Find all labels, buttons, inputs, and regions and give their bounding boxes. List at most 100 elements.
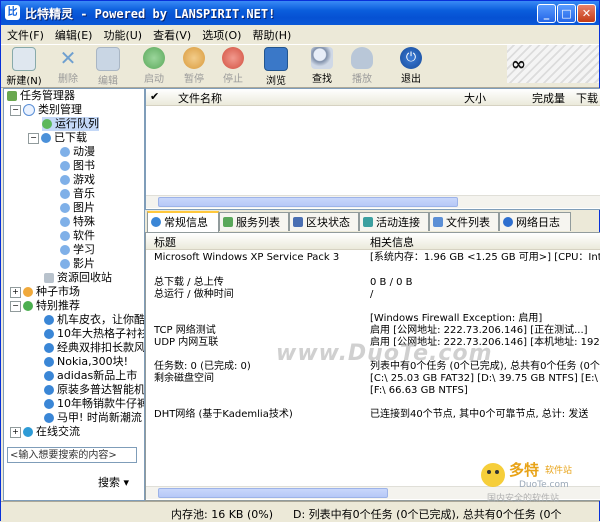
recycle-bin-icon — [44, 273, 54, 283]
tree-category[interactable]: 软件 — [60, 229, 95, 243]
find-button[interactable]: 查找 — [303, 47, 341, 85]
close-button[interactable]: ✕ — [577, 4, 596, 23]
menu-options[interactable]: 选项(O) — [196, 25, 246, 43]
tree-category[interactable]: 学习 — [60, 243, 95, 257]
tree-category[interactable]: 影片 — [60, 257, 95, 271]
tab-services[interactable]: 服务列表 — [219, 212, 289, 231]
tree-seed-market[interactable]: + 种子市场 — [10, 285, 80, 299]
edit-icon — [96, 47, 120, 71]
info-value: 启用 [公网地址: 222.73.206.146] [正在测试...] — [370, 325, 588, 336]
expand-icon[interactable]: + — [10, 426, 21, 438]
collapse-icon[interactable]: − — [28, 132, 39, 144]
tree-recommend-item[interactable]: 机车皮衣，让你酷 — [44, 313, 144, 327]
tree-category[interactable]: 图书 — [60, 159, 95, 173]
exit-button[interactable]: ⏻ 退出 — [392, 47, 430, 85]
collapse-icon[interactable]: − — [10, 104, 21, 116]
start-button[interactable]: 启动 — [135, 47, 173, 85]
maximize-button[interactable]: □ — [557, 4, 576, 23]
col-progress[interactable]: 完成量 — [532, 90, 565, 106]
info-key: 任务数: 0 (已完成: 0) — [154, 361, 251, 372]
tree-category-mgmt[interactable]: − 类别管理 — [10, 103, 82, 117]
tab-files[interactable]: 文件列表 — [429, 212, 499, 231]
category-icon — [60, 189, 70, 199]
info-key: TCP 网络测试 — [154, 325, 216, 336]
play-button[interactable]: 播放 — [343, 47, 381, 85]
market-icon — [23, 287, 33, 297]
tree-recommend[interactable]: − 特别推荐 — [10, 299, 80, 313]
pause-button[interactable]: 暂停 — [175, 47, 213, 85]
edit-button[interactable]: 编辑 — [89, 47, 127, 87]
info-value: [Windows Firewall Exception: 启用] — [370, 313, 543, 324]
info-key: 总运行 / 做种时间 — [154, 289, 234, 300]
downloaded-icon — [41, 133, 51, 143]
tree-recommend-item[interactable]: 10年大热格子衬衫 — [44, 327, 145, 341]
menu-edit[interactable]: 编辑(E) — [49, 25, 98, 43]
expand-icon[interactable]: + — [10, 286, 21, 298]
col-info[interactable]: 相关信息 — [370, 234, 414, 250]
tree-label: 类别管理 — [38, 103, 82, 116]
file-list[interactable]: ✔ 文件名称 大小 完成量 下载 — [145, 88, 600, 210]
tree-label: 学习 — [73, 243, 95, 256]
category-icon — [60, 259, 70, 269]
tab-general[interactable]: 常规信息 — [147, 211, 219, 232]
tree-recommend-item[interactable]: 10年畅销款牛仔裤 — [44, 397, 144, 411]
tree-label: 马甲! 时尚新潮流 — [57, 411, 142, 424]
menu-function[interactable]: 功能(U) — [97, 25, 147, 43]
tree-recommend-item[interactable]: Nokia,300块! — [44, 355, 128, 369]
tree-running-queue[interactable]: 运行队列 — [42, 117, 99, 131]
col-size[interactable]: 大小 — [464, 90, 486, 106]
scrollbar-thumb[interactable] — [158, 197, 458, 207]
info-key: DHT网络 (基于Kademlia技术) — [154, 409, 293, 420]
new-button[interactable]: 新建(N) — [5, 47, 43, 87]
tree-category[interactable]: 音乐 — [60, 187, 95, 201]
search-button[interactable]: 搜索 ▾ — [98, 474, 129, 490]
tree-downloaded[interactable]: − 已下载 — [28, 131, 87, 145]
toolbar-logo: ∞ — [507, 45, 599, 83]
scrollbar-thumb[interactable] — [158, 488, 388, 498]
info-key: UDP 内网互联 — [154, 337, 219, 348]
tree-root[interactable]: 任务管理器 — [7, 89, 75, 103]
col-file-name[interactable]: 文件名称 — [178, 90, 222, 106]
tree-label: 10年大热格子衬衫 — [57, 327, 145, 340]
stop-button[interactable]: 停止 — [214, 47, 252, 85]
tree-category[interactable]: 图片 — [60, 201, 95, 215]
file-list-scrollbar[interactable] — [146, 195, 600, 208]
title-bar[interactable]: 比 比特精灵 - Powered by LANSPIRIT.NET! _ □ ✕ — [1, 1, 599, 25]
new-label: 新建(N) — [6, 76, 42, 87]
tab-label: 文件列表 — [446, 216, 490, 229]
menu-help[interactable]: 帮助(H) — [246, 25, 296, 43]
tree-recommend-item[interactable]: adidas新品上市 — [44, 369, 137, 383]
tree-category[interactable]: 游戏 — [60, 173, 95, 187]
tree-recommend-item[interactable]: 马甲! 时尚新潮流 — [44, 411, 142, 425]
tree-label: 影片 — [73, 257, 95, 270]
col-title[interactable]: 标题 — [154, 234, 176, 250]
check-icon[interactable]: ✔ — [150, 90, 159, 103]
tree-category[interactable]: 特殊 — [60, 215, 95, 229]
tree-recommend-item[interactable]: 经典双排扣长款风 — [44, 341, 144, 355]
tree-recommend-item[interactable]: 原装多普达智能机 — [44, 383, 144, 397]
tree-online[interactable]: + 在线交流 — [10, 425, 80, 439]
menu-view[interactable]: 查看(V) — [147, 25, 196, 43]
minimize-button[interactable]: _ — [537, 4, 556, 23]
tab-label: 活动连接 — [376, 216, 420, 229]
tab-network-log[interactable]: 网络日志 — [499, 212, 571, 231]
tree-label: 资源回收站 — [57, 271, 112, 284]
browse-button[interactable]: 浏览 — [257, 47, 295, 87]
files-icon — [433, 217, 443, 227]
tab-blocks[interactable]: 区块状态 — [289, 212, 359, 231]
tree-label: 图片 — [73, 201, 95, 214]
tab-connections[interactable]: 活动连接 — [359, 212, 429, 231]
tree-recycle-bin[interactable]: 资源回收站 — [44, 271, 112, 285]
delete-button[interactable]: ✕ 删除 — [49, 47, 87, 85]
link-icon — [44, 329, 54, 339]
category-icon — [60, 175, 70, 185]
logo-mark: ∞ — [511, 54, 526, 75]
tree-root-label: 任务管理器 — [20, 89, 75, 102]
duote-logo: 多特 软件站 DuoTe.com 国内安全的软件站 — [481, 461, 572, 504]
collapse-icon[interactable]: − — [10, 300, 21, 312]
search-input[interactable]: <输入想要搜索的内容> — [7, 447, 137, 463]
col-download[interactable]: 下载 — [576, 90, 598, 106]
tree-label: 运行队列 — [55, 117, 99, 130]
menu-file[interactable]: 文件(F) — [1, 25, 49, 43]
tree-category[interactable]: 动漫 — [60, 145, 95, 159]
